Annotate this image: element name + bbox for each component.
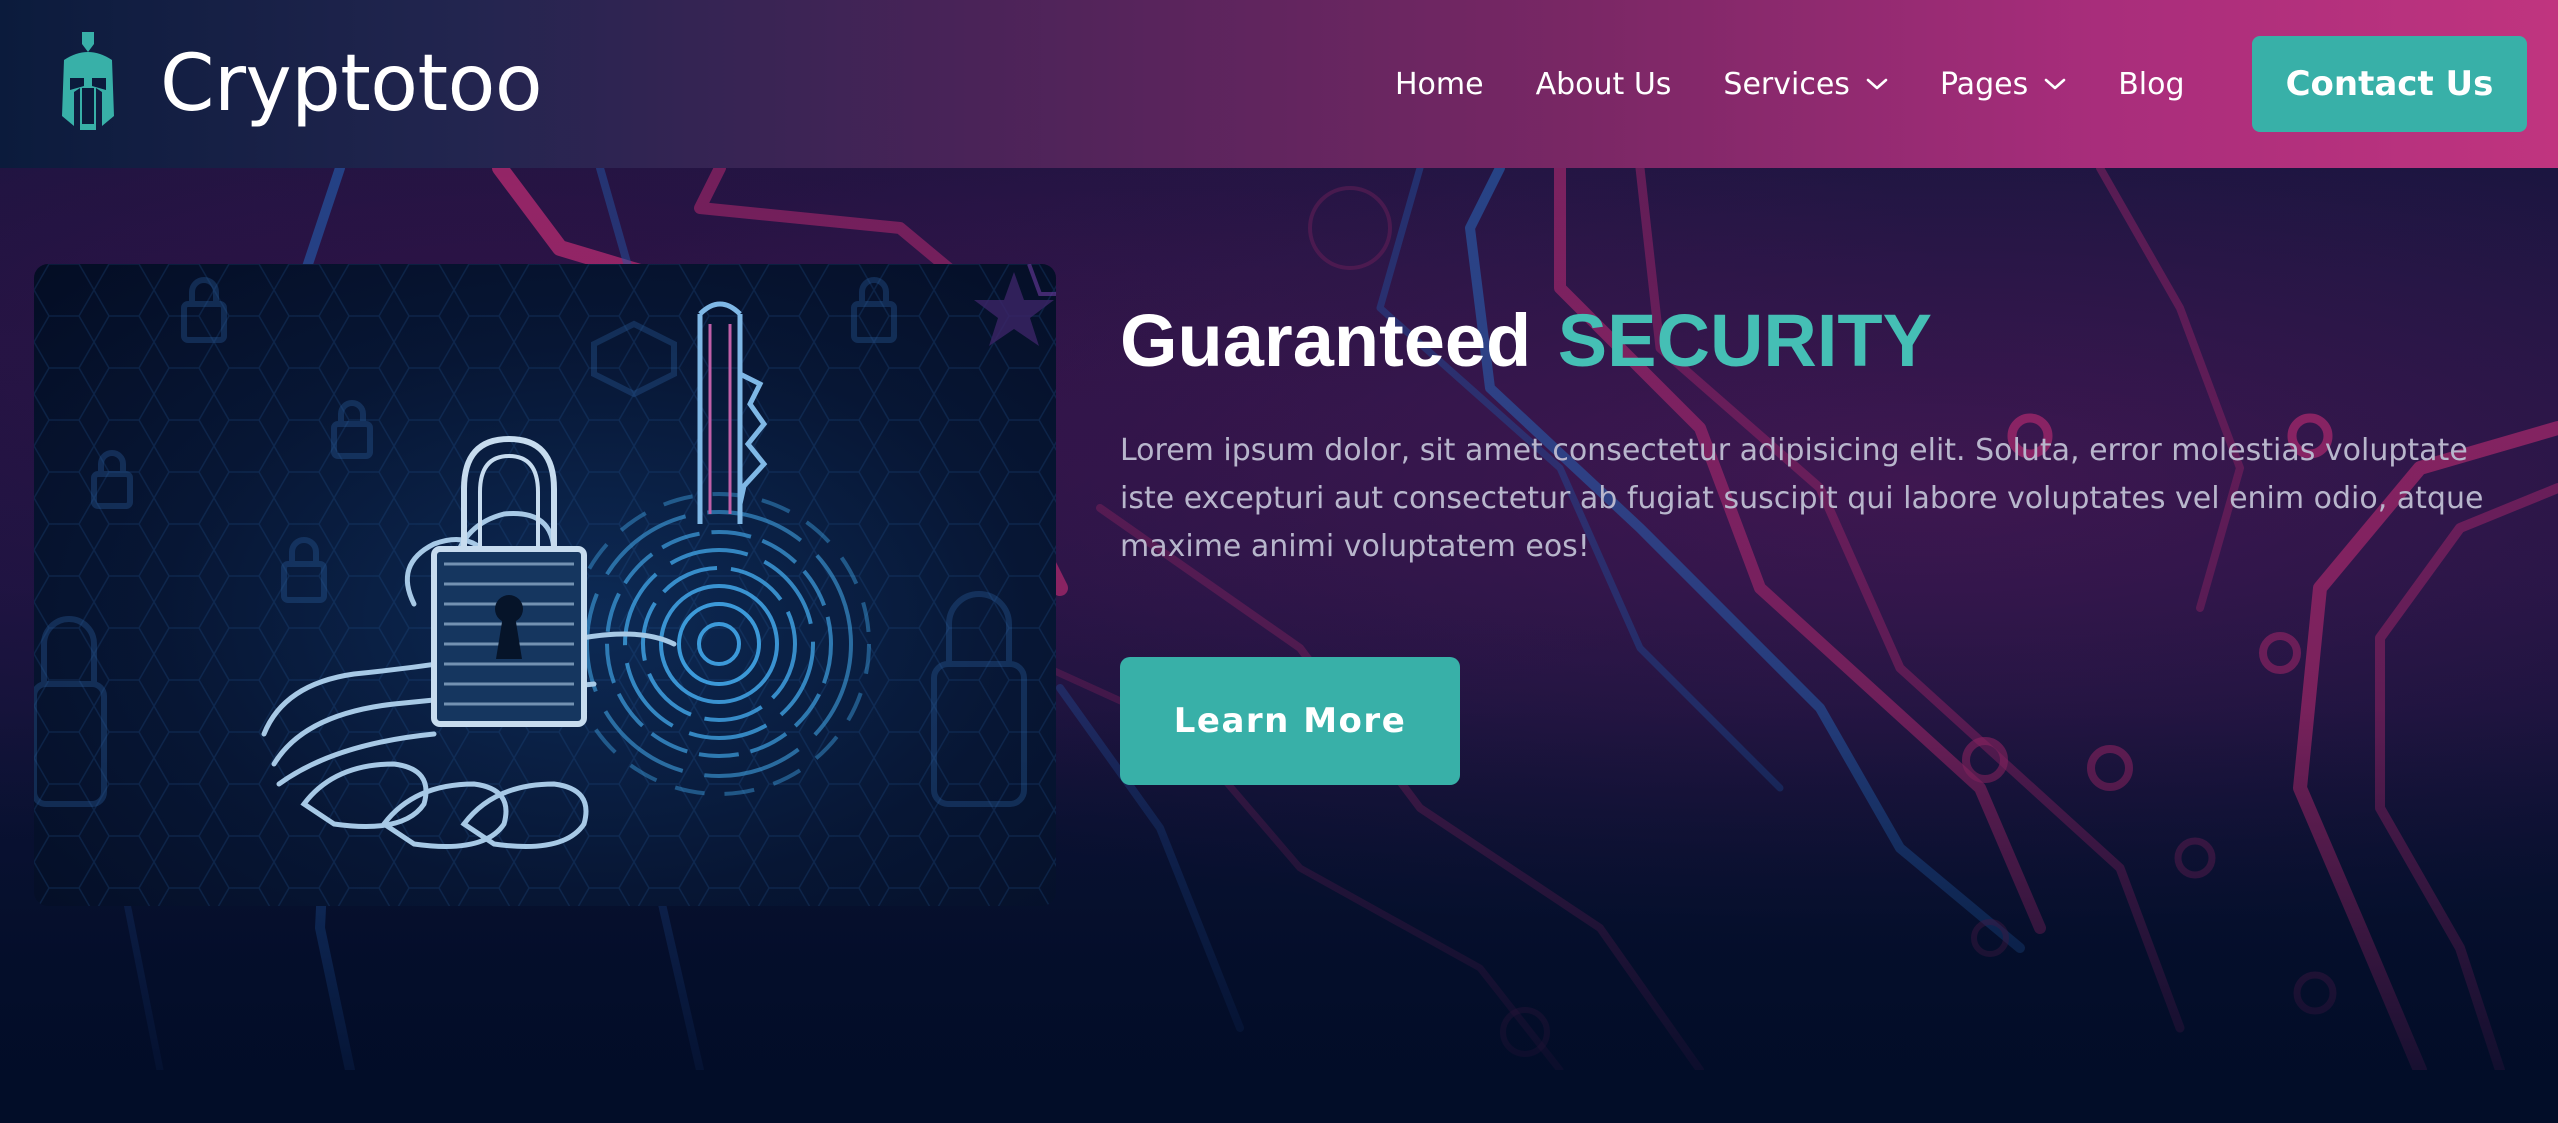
nav-item-label: Blog bbox=[2118, 66, 2185, 102]
nav-item-home[interactable]: Home bbox=[1395, 67, 1484, 102]
contact-us-button[interactable]: Contact Us bbox=[2252, 36, 2527, 132]
hero-section: Guaranteed SECURITY Lorem ipsum dolor, s… bbox=[0, 168, 2558, 1070]
spartan-helmet-icon bbox=[62, 32, 114, 130]
nav-item-label: About Us bbox=[1535, 66, 1672, 102]
nav-item-about-us[interactable]: About Us bbox=[1536, 67, 1672, 102]
chevron-down-icon bbox=[1866, 78, 1888, 90]
learn-more-button[interactable]: Learn More bbox=[1120, 657, 1460, 786]
hero-title-text: Guaranteed bbox=[1120, 299, 1532, 382]
brand[interactable]: Cryptotoo bbox=[56, 28, 543, 140]
nav-item-pages[interactable]: Pages bbox=[1940, 67, 2066, 102]
nav-item-services[interactable]: Services bbox=[1723, 67, 1888, 102]
page-bottom-band bbox=[0, 1070, 2558, 1123]
chevron-down-icon bbox=[2044, 78, 2066, 90]
navbar: Cryptotoo Home About Us Services Pages B… bbox=[0, 0, 2558, 168]
hero-title-accent: SECURITY bbox=[1557, 299, 1932, 382]
security-illustration bbox=[34, 264, 1056, 906]
hero-title: Guaranteed SECURITY bbox=[1120, 300, 2520, 381]
nav-item-label: Pages bbox=[1939, 66, 2029, 102]
padlock-key-fingerprint-image bbox=[34, 264, 1056, 906]
nav-item-label: Services bbox=[1723, 66, 1850, 102]
hero-description: Lorem ipsum dolor, sit amet consectetur … bbox=[1120, 433, 2484, 565]
hero-content: Guaranteed SECURITY Lorem ipsum dolor, s… bbox=[1120, 300, 2520, 786]
nav-item-blog[interactable]: Blog bbox=[2118, 67, 2184, 102]
main-nav: Home About Us Services Pages Blog bbox=[1395, 0, 2185, 168]
brand-name: Cryptotoo bbox=[160, 39, 543, 129]
nav-item-label: Home bbox=[1395, 66, 1484, 102]
